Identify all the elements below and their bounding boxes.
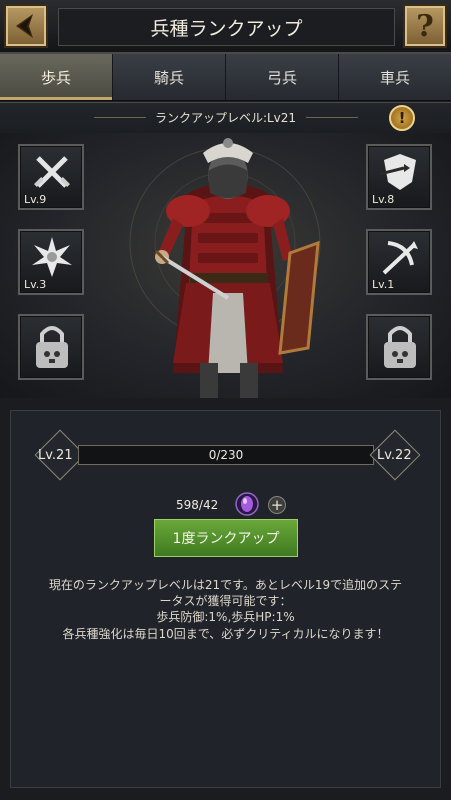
description-line: 各兵種強化は毎日10回まで、必ずクリティカルになります！ [62, 627, 389, 641]
description-line: ータスが獲得可能です： [159, 594, 292, 608]
crossed-swords-icon [34, 156, 70, 188]
next-level-label: Lv.22 [377, 448, 412, 463]
shield-arrow-icon [379, 154, 416, 190]
tab-archer[interactable]: 弓兵 [226, 54, 339, 100]
description-line: 現在のランクアップレベルは21です。あとレベル19で追加のステ [48, 578, 403, 592]
tab-cavalry[interactable]: 騎兵 [113, 54, 226, 100]
tab-infantry[interactable]: 歩兵 [0, 54, 113, 100]
tab-chariot[interactable]: 車兵 [339, 54, 451, 100]
skill-level: Lv.1 [372, 278, 395, 291]
question-mark-icon: ? [416, 8, 434, 44]
exclamation-icon: ! [398, 109, 406, 127]
skill-level: Lv.3 [24, 278, 47, 291]
broken-arrow-icon [382, 241, 418, 275]
skill-slot-locked[interactable] [366, 314, 432, 380]
rank-level-label: ランクアップレベル:Lv21 [154, 111, 297, 125]
description-line: 歩兵防御:1%,歩兵HP:1% [156, 610, 295, 624]
skill-slot-attack[interactable]: Lv.9 [18, 144, 84, 210]
skill-slot-burst[interactable]: Lv.3 [18, 229, 84, 295]
skill-slot-break[interactable]: Lv.1 [366, 229, 432, 295]
skill-slot-locked[interactable] [18, 314, 84, 380]
header: 兵種ランクアップ ? [0, 0, 451, 54]
page-title: 兵種ランクアップ [58, 8, 395, 46]
help-button[interactable]: ? [403, 4, 447, 48]
starburst-icon [32, 237, 72, 277]
add-resource-button[interactable]: + [268, 496, 286, 514]
chevron-left-icon [16, 14, 33, 38]
skill-level: Lv.8 [372, 193, 395, 206]
current-level-label: Lv.21 [38, 448, 73, 463]
character-stage: Lv.9 Lv.3 Lv.8 Lv.1 [0, 133, 451, 398]
rankup-once-button[interactable]: 1度ランクアップ [154, 519, 298, 557]
rank-progress-bar: 0/230 [78, 445, 374, 465]
skill-slot-defense[interactable]: Lv.8 [366, 144, 432, 210]
back-button[interactable] [4, 4, 48, 48]
progress-text: 0/230 [208, 448, 244, 462]
lock-icon [384, 326, 416, 368]
infantry-soldier-image [154, 138, 320, 398]
purple-gem-icon [235, 492, 259, 516]
cost-text: 598/42 [176, 498, 219, 512]
info-button[interactable]: ! [389, 105, 415, 131]
lock-icon [36, 326, 68, 368]
rank-level-bar: ランクアップレベル:Lv21 ! [0, 102, 451, 134]
troop-type-tabs: 歩兵 騎兵 弓兵 車兵 [0, 54, 451, 101]
skill-level: Lv.9 [24, 193, 47, 206]
